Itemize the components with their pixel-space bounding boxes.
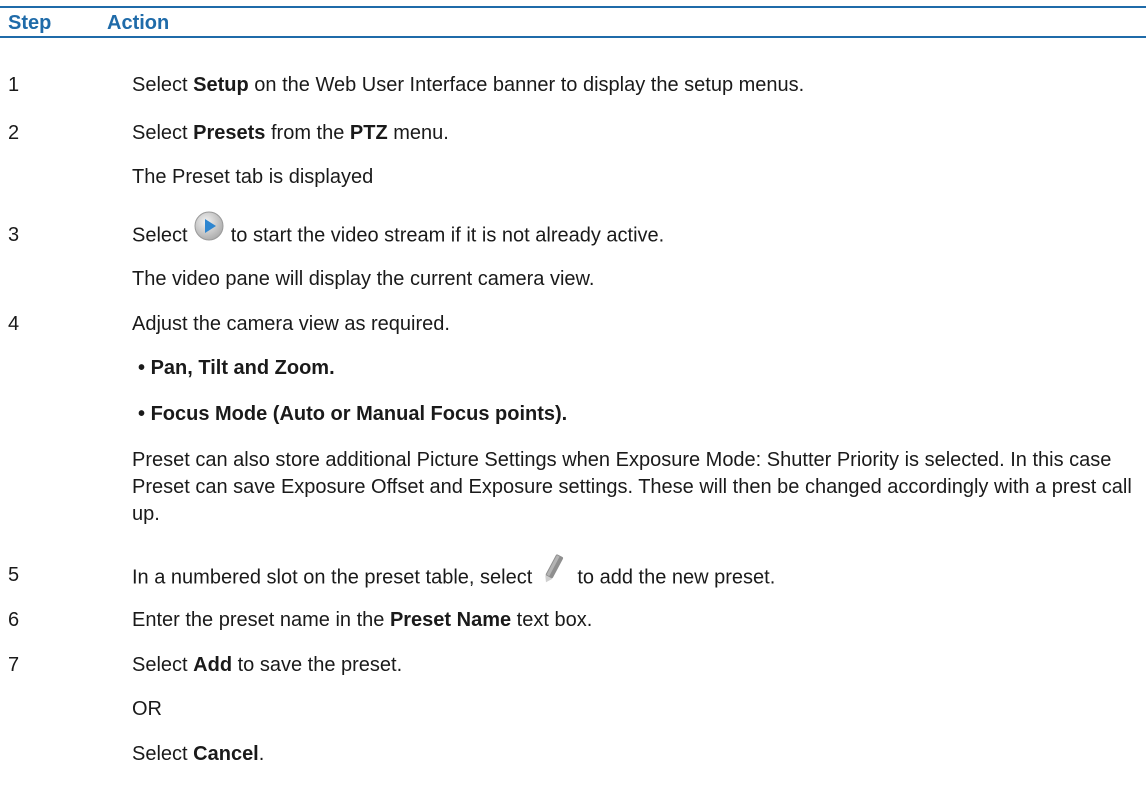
- play-icon: [193, 210, 225, 248]
- step-text: Select to start the video stream if it i…: [132, 211, 664, 248]
- pencil-icon: [542, 552, 564, 592]
- step-note: Preset can also store additional Picture…: [132, 449, 1132, 525]
- header-action: Action: [107, 12, 170, 34]
- step-text: Select Add to save the preset.: [132, 654, 403, 676]
- step-number: 2: [8, 122, 20, 144]
- step-text: Enter the preset name in the Preset Name…: [132, 609, 593, 631]
- step-number: 1: [8, 74, 20, 96]
- step-text: In a numbered slot on the preset table, …: [132, 554, 775, 592]
- bullet-item: • Focus Mode (Auto or Manual Focus point…: [138, 403, 568, 425]
- step-result: The video pane will display the current …: [132, 268, 595, 290]
- step-number: 6: [8, 609, 20, 631]
- step-number: 7: [8, 654, 20, 676]
- bullet-item: • Pan, Tilt and Zoom.: [138, 357, 335, 379]
- step-number: 4: [8, 313, 20, 335]
- step-text: Select Setup on the Web User Interface b…: [132, 74, 805, 96]
- table-header: Step Action: [0, 6, 1146, 38]
- or-text: OR: [132, 698, 162, 720]
- step-result: The Preset tab is displayed: [132, 166, 374, 188]
- step-text: Adjust the camera view as required.: [132, 313, 450, 335]
- step-number: 5: [8, 564, 20, 586]
- header-step: Step: [8, 12, 52, 34]
- step-result: Select Cancel.: [132, 743, 265, 765]
- step-text: Select Presets from the PTZ menu.: [132, 122, 449, 144]
- step-number: 3: [8, 224, 20, 246]
